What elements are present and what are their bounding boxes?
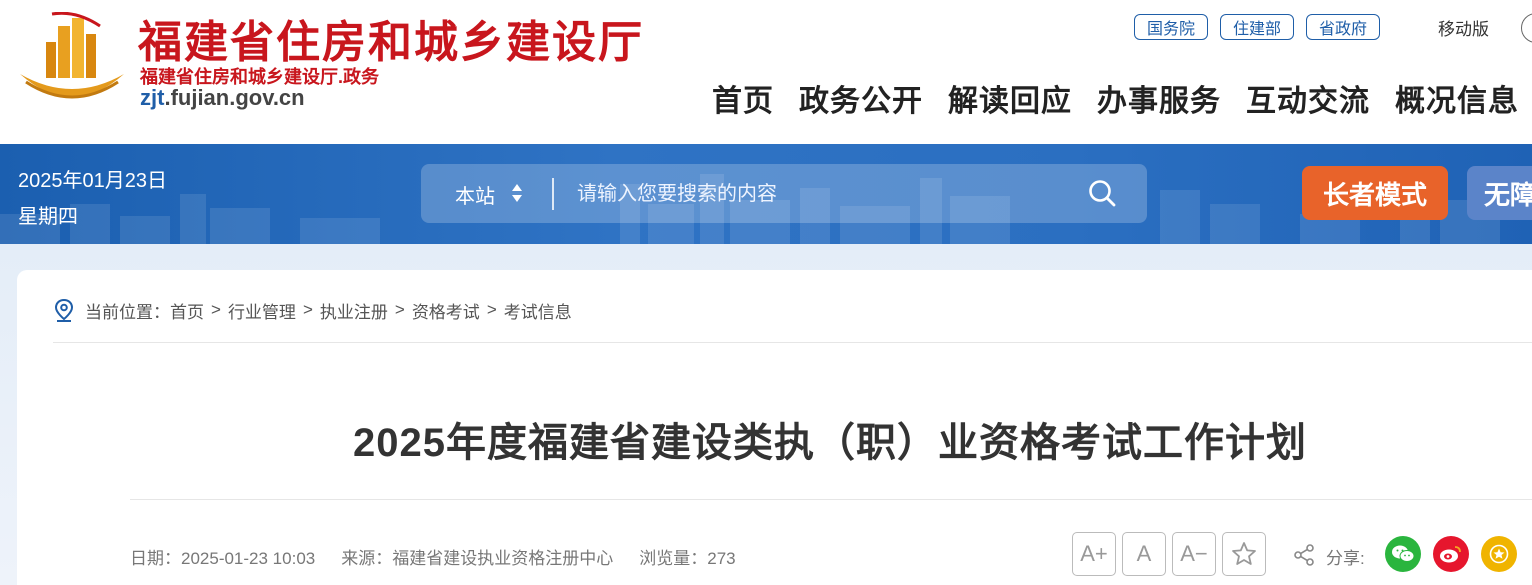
sort-arrows-icon[interactable] [511, 181, 523, 205]
share-favorite-button[interactable] [1481, 536, 1517, 572]
link-state-council[interactable]: 国务院 [1134, 14, 1209, 40]
accessibility-button[interactable]: 无障碍 [1467, 166, 1532, 220]
share-label: 分享: [1326, 549, 1365, 568]
weibo-icon [1440, 546, 1461, 563]
current-weekday: 星期四 [18, 206, 78, 228]
link-ministry-housing[interactable]: 住建部 [1220, 14, 1295, 40]
search-band: 2025年01月23日 星期四 本站 长者模式 无障碍 [0, 144, 1532, 244]
elder-mode-button[interactable]: 长者模式 [1302, 166, 1448, 220]
breadcrumb-separator: > [302, 300, 313, 319]
nav-services[interactable]: 办事服务 [1097, 76, 1221, 120]
star-icon [1232, 542, 1256, 565]
star-badge-icon [1489, 544, 1509, 564]
breadcrumb-separator: > [486, 300, 497, 319]
breadcrumb-exam-info[interactable]: 考试信息 [504, 298, 572, 323]
mobile-version-link[interactable]: 移动版 [1438, 15, 1489, 40]
breadcrumb-label: 当前位置： [85, 302, 170, 322]
article-date: 日期：2025-01-23 10:03 [130, 549, 316, 568]
breadcrumb-divider [53, 342, 1532, 343]
share-weibo-button[interactable] [1433, 536, 1469, 572]
breadcrumb-home[interactable]: 首页 [170, 298, 204, 323]
search-divider [552, 178, 554, 210]
current-date: 2025年01月23日 [18, 170, 167, 192]
breadcrumb-qualification[interactable]: 资格考试 [412, 298, 480, 323]
nav-home[interactable]: 首页 [712, 76, 774, 120]
site-title[interactable]: 福建省住房和城乡建设厅 [138, 6, 644, 70]
search-input[interactable] [577, 174, 1057, 214]
location-pin-icon [54, 298, 74, 322]
site-domain: zjt.fujian.gov.cn [140, 85, 305, 111]
nav-gov-affairs[interactable]: 政务公开 [799, 76, 923, 120]
search-icon[interactable] [1087, 178, 1117, 208]
breadcrumb-separator: > [211, 300, 221, 319]
breadcrumb-separator: > [394, 300, 405, 319]
breadcrumb-industry[interactable]: 行业管理 [228, 298, 296, 323]
article-title: 2025年度福建省建设类执（职）业资格考试工作计划 [353, 421, 1307, 465]
article-source: 来源：福建省建设执业资格注册中心 [341, 549, 614, 568]
site-domain-prefix: zjt [140, 85, 165, 110]
nav-interpretation[interactable]: 解读回应 [948, 76, 1072, 120]
main-nav: 首页 政务公开 解读回应 办事服务 互动交流 概况信息 行 [712, 76, 1532, 120]
share-icon [1294, 544, 1314, 566]
article-meta: 日期：2025-01-23 10:03 来源：福建省建设执业资格注册中心 浏览量… [130, 544, 736, 569]
title-divider [130, 499, 1532, 500]
top-links: 国务院 住建部 省政府 [1134, 14, 1381, 40]
font-larger-button[interactable]: A+ [1072, 532, 1116, 576]
font-smaller-button[interactable]: A− [1172, 532, 1216, 576]
search-box: 本站 [421, 164, 1147, 223]
nav-overview[interactable]: 概况信息 [1395, 76, 1519, 120]
breadcrumb: 当前位置： 首页 > 行业管理 > 执业注册 > 资格考试 > 考试信息 [53, 298, 572, 322]
wechat-icon [1392, 545, 1415, 562]
share-wechat-button[interactable] [1385, 536, 1421, 572]
user-circle-icon[interactable] [1521, 13, 1532, 43]
nav-interaction[interactable]: 互动交流 [1246, 76, 1370, 120]
breadcrumb-registration[interactable]: 执业注册 [320, 298, 388, 323]
favorite-button[interactable] [1222, 532, 1266, 576]
search-scope-select[interactable]: 本站 [455, 180, 495, 209]
link-province-gov[interactable]: 省政府 [1306, 14, 1381, 40]
article-views: 浏览量：273 [639, 549, 736, 568]
logo-emblem-icon[interactable] [16, 12, 128, 108]
site-domain-rest: .fujian.gov.cn [164, 85, 305, 110]
site-header: 福建省住房和城乡建设厅 福建省住房和城乡建设厅.政务 zjt.fujian.go… [0, 0, 1532, 144]
font-normal-button[interactable]: A [1122, 532, 1166, 576]
